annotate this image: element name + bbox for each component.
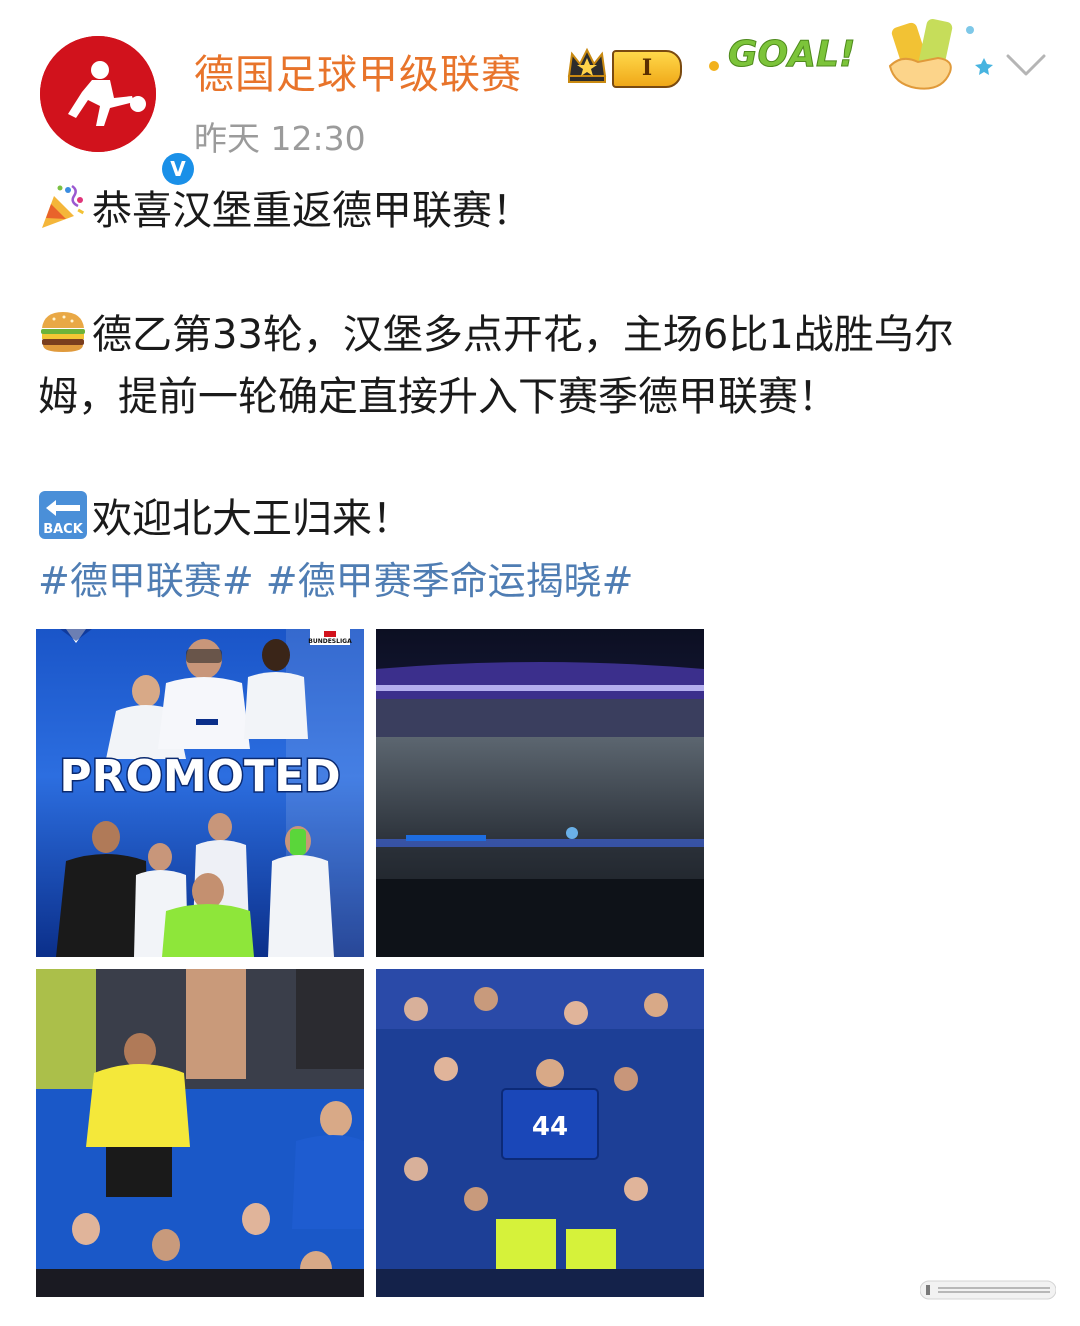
photo-goalkeeper-celebration[interactable] [36,969,364,1297]
hashtags: #德甲联赛# #德甲赛季命运揭晓# [38,550,633,605]
bundesliga-label: BUNDESLIGA [308,638,352,645]
post-line-4: BACK 欢迎北大王归来！ [38,488,412,550]
bundesliga-logo-icon [40,36,156,152]
post-line-2: 德乙第33轮，汉堡多点开花，主场6比1战胜乌尔 [38,304,954,366]
scroll-indicator-handle[interactable] [920,1278,1056,1302]
goal-badge-text: GOAL! [728,34,855,75]
post-line-2-text: 德乙第33轮，汉堡多点开花，主场6比1战胜乌尔 [92,312,954,358]
author-name[interactable]: 德国足球甲级联赛 [194,42,522,100]
party-popper-icon [42,184,85,228]
promoted-text: PROMOTED [59,751,340,802]
post-line-3: 姆，提前一轮确定直接升入下赛季德甲联赛！ [38,374,838,420]
stadium-crowd-image [376,629,704,957]
goalkeeper-celebration-image [36,969,364,1297]
post-line-1-text: 恭喜汉堡重返德甲联赛！ [92,188,532,234]
post-timestamp: 昨天 12:30 [194,119,366,158]
hamburger-icon [41,312,85,352]
post-line-4-text: 欢迎北大王归来！ [92,496,412,542]
member-level-badge: I [612,50,682,88]
hashtag-season-fate[interactable]: #德甲赛季命运揭晓# [266,559,634,603]
chevron-down-icon[interactable] [1004,50,1048,80]
author-avatar[interactable]: V [40,36,198,189]
fans-jersey-image: 44 [376,969,704,1297]
photo-fans-jersey[interactable]: 44 [376,969,704,1297]
photo-stadium-crowd[interactable] [376,629,704,957]
photo-promoted-graphic[interactable]: BUNDESLIGA PROMOTED [36,629,364,957]
post-line-1: 恭喜汉堡重返德甲联赛！ [38,180,532,242]
hashtag-bundesliga[interactable]: #德甲联赛# [38,559,254,603]
back-arrow-icon: BACK [39,491,87,539]
back-label: BACK [43,522,84,537]
jersey-number: 44 [532,1112,568,1142]
crown-icon [567,47,607,83]
promoted-graphic-image: BUNDESLIGA PROMOTED [36,629,364,957]
goal-medal-badge[interactable]: GOAL! [702,18,994,98]
